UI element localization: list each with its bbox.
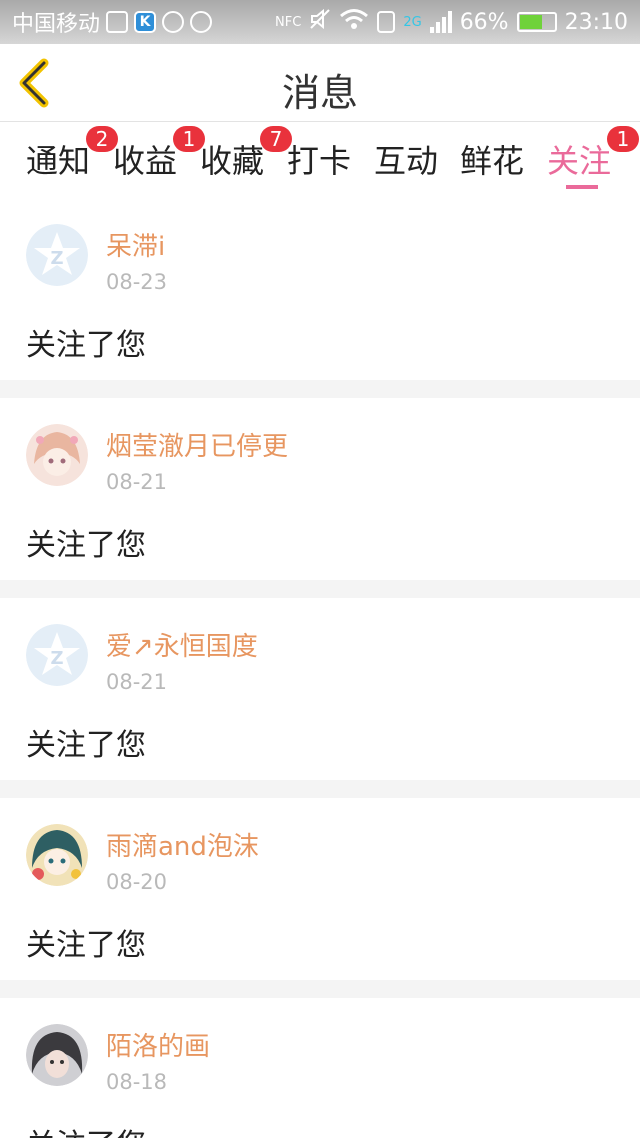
sim-icon bbox=[377, 11, 396, 33]
svg-text:Z: Z bbox=[50, 248, 63, 269]
message-card[interactable]: 烟莹澈月已停更 08-21 关注了您 bbox=[0, 398, 640, 580]
default-star-avatar[interactable]: Z bbox=[26, 224, 88, 286]
k-app-icon: K bbox=[134, 11, 157, 33]
message-text: 关注了您 bbox=[26, 528, 146, 563]
username[interactable]: 雨滴and泡沫 bbox=[106, 826, 259, 863]
wifi-icon bbox=[339, 8, 369, 36]
username[interactable]: 爱↗永恒国度 bbox=[106, 626, 258, 663]
message-date: 08-21 bbox=[106, 670, 168, 694]
message-card[interactable]: 雨滴and泡沫 08-20 关注了您 bbox=[0, 798, 640, 980]
mute-icon bbox=[309, 8, 331, 36]
tab-flowers[interactable]: 鲜花 bbox=[460, 136, 524, 182]
username[interactable]: 烟莹澈月已停更 bbox=[106, 426, 288, 463]
message-card[interactable]: Z 爱↗永恒国度 08-21 关注了您 bbox=[0, 598, 640, 780]
tab-label: 鲜花 bbox=[460, 142, 525, 180]
network-type: 2G bbox=[403, 14, 422, 30]
image-icon bbox=[106, 11, 129, 33]
battery-percent: 66% bbox=[459, 9, 509, 35]
tab-bar: 通知 2 收益 1 收藏 7 打卡 互动 鲜花 关注 1 bbox=[0, 122, 640, 198]
page-title: 消息 bbox=[281, 71, 358, 115]
tab-notifications[interactable]: 通知 2 bbox=[26, 126, 118, 182]
photo-portrait-avatar[interactable] bbox=[26, 1024, 88, 1086]
svg-text:Z: Z bbox=[50, 648, 63, 669]
message-date: 08-18 bbox=[106, 1070, 168, 1094]
anime-girl-teal-avatar[interactable] bbox=[26, 824, 88, 886]
message-text: 关注了您 bbox=[26, 928, 146, 963]
message-card[interactable]: 陌洛的画 08-18 关注了您 bbox=[0, 998, 640, 1138]
clock: 23:10 bbox=[564, 9, 628, 35]
tab-checkin[interactable]: 打卡 bbox=[287, 136, 351, 182]
status-bar: 中国移动 K NFC 2G 66% 23:10 bbox=[0, 0, 640, 44]
browser-icon bbox=[162, 11, 185, 33]
tab-interactions[interactable]: 互动 bbox=[374, 136, 438, 182]
tab-label: 关注 bbox=[547, 142, 612, 180]
tab-follows[interactable]: 关注 1 bbox=[547, 126, 639, 182]
tab-label: 打卡 bbox=[287, 142, 352, 180]
tab-label: 收益 bbox=[113, 142, 178, 180]
app-header: 消息 bbox=[0, 44, 640, 122]
active-tab-indicator bbox=[566, 185, 598, 189]
message-text: 关注了您 bbox=[26, 1120, 146, 1138]
tab-label: 收藏 bbox=[200, 142, 265, 180]
message-date: 08-20 bbox=[106, 870, 168, 894]
signal-icon bbox=[429, 11, 452, 33]
battery-icon bbox=[516, 12, 557, 32]
username[interactable]: 陌洛的画 bbox=[106, 1026, 210, 1063]
message-text: 关注了您 bbox=[26, 728, 146, 763]
message-card[interactable]: Z 呆滞i 08-23 关注了您 bbox=[0, 198, 640, 380]
tab-earnings[interactable]: 收益 1 bbox=[113, 126, 205, 182]
username[interactable]: 呆滞i bbox=[106, 226, 165, 263]
tab-favorites[interactable]: 收藏 7 bbox=[200, 126, 292, 182]
anime-girl-pink-avatar[interactable] bbox=[26, 424, 88, 486]
message-date: 08-21 bbox=[106, 470, 168, 494]
default-star-avatar[interactable]: Z bbox=[26, 624, 88, 686]
tab-label: 互动 bbox=[374, 142, 439, 180]
message-text: 关注了您 bbox=[26, 328, 146, 363]
message-date: 08-23 bbox=[106, 270, 168, 294]
carrier-label: 中国移动 bbox=[12, 12, 101, 37]
shield-icon bbox=[190, 11, 213, 33]
unread-badge: 1 bbox=[607, 126, 639, 152]
tab-label: 通知 bbox=[26, 142, 91, 180]
nfc-icon: NFC bbox=[275, 14, 302, 30]
